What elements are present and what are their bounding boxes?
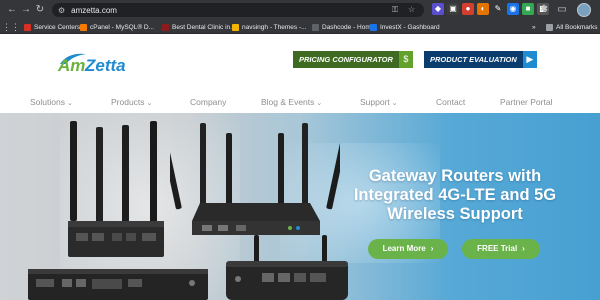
address-bar[interactable]: ⚙ amzetta.com ⚿ ☆	[52, 3, 424, 17]
extension-icon[interactable]: ●	[462, 3, 474, 15]
rack-server-image	[28, 269, 208, 300]
nav-item-blog-events[interactable]: Blog & Events ⌄	[261, 95, 322, 111]
chevron-down-icon: ⌄	[391, 100, 398, 107]
extensions-row: ◆ ▣ ● ◐ ✎ ◉ ■ ◧	[432, 3, 549, 17]
pricing-configurator-label: PRICING CONFIGURATOR	[293, 51, 399, 68]
bookmarks-overflow-icon[interactable]: »	[532, 20, 536, 34]
reload-icon[interactable]: ↻	[32, 0, 48, 20]
play-icon: ▶	[522, 51, 537, 68]
gateway-router-image	[170, 123, 340, 235]
gateway-router-image	[68, 121, 164, 257]
bookmark-item[interactable]: navsingh - Themes -...	[232, 20, 307, 34]
bookmark-favicon-icon	[312, 23, 319, 31]
extensions-puzzle-icon[interactable]: ✱	[536, 0, 552, 20]
gateway-router-image	[226, 235, 348, 300]
dollar-icon: $	[398, 51, 413, 68]
sidebar-panel-icon[interactable]: ▭	[554, 0, 570, 20]
hero-banner: Gateway Routers with Integrated 4G-LTE a…	[0, 113, 600, 300]
bookmarks-bar: ⋮⋮ Service Centers cPanel - MySQL® D... …	[0, 20, 600, 34]
extension-icon[interactable]: ■	[522, 3, 534, 15]
site-header: Am Zetta PRICING CONFIGURATOR $ PRODUCT …	[0, 35, 600, 113]
bookmark-favicon-icon	[24, 23, 31, 31]
pricing-configurator-button[interactable]: PRICING CONFIGURATOR $	[293, 51, 413, 68]
nav-item-company[interactable]: Company	[190, 95, 226, 109]
bookmark-item[interactable]: Best Dental Clinic in...	[162, 20, 236, 34]
nav-item-contact[interactable]: Contact	[436, 95, 465, 109]
extension-icon[interactable]: ◉	[507, 3, 519, 15]
product-evaluation-button[interactable]: PRODUCT EVALUATION ▶	[424, 51, 537, 68]
nav-item-partner-portal[interactable]: Partner Portal	[500, 95, 552, 109]
main-nav: Solutions ⌄ Products ⌄ Company Blog & Even…	[0, 95, 600, 109]
bookmark-favicon-icon	[80, 23, 87, 31]
nav-item-support[interactable]: Support ⌄	[360, 95, 398, 111]
browser-toolbar: ← → ↻ ⚙ amzetta.com ⚿ ☆ ◆ ▣ ● ◐ ✎ ◉ ■ ◧ …	[0, 0, 600, 20]
svg-text:Zetta: Zetta	[84, 56, 126, 75]
folder-icon	[546, 23, 553, 31]
apps-grid-icon[interactable]: ⋮⋮	[2, 17, 20, 37]
url-text: amzetta.com	[71, 5, 117, 15]
bookmark-favicon-icon	[232, 23, 239, 31]
chevron-right-icon: ›	[430, 244, 434, 253]
bookmark-item[interactable]: Service Centers	[24, 20, 80, 34]
chevron-down-icon: ⌄	[146, 100, 153, 107]
profile-avatar[interactable]	[577, 3, 591, 17]
extension-icon[interactable]: ◐	[477, 3, 489, 15]
extension-icon[interactable]: ▣	[447, 3, 459, 15]
bookmark-item[interactable]: Dashcode - Home	[312, 20, 374, 34]
amzetta-logo[interactable]: Am Zetta	[56, 50, 146, 76]
bookmark-favicon-icon	[162, 23, 169, 31]
all-bookmarks-folder[interactable]: All Bookmarks	[546, 20, 598, 34]
bookmark-item[interactable]: InvestX - Gashboard	[370, 20, 440, 34]
bookmark-star-icon[interactable]: ☆	[408, 3, 415, 17]
bookmark-item[interactable]: cPanel - MySQL® D...	[80, 20, 154, 34]
product-evaluation-label: PRODUCT EVALUATION	[424, 51, 523, 68]
svg-text:Am: Am	[57, 56, 85, 75]
hero-title: Gateway Routers with Integrated 4G-LTE a…	[353, 167, 557, 223]
learn-more-button[interactable]: Learn More ›	[368, 239, 448, 259]
eyedropper-icon[interactable]: ✎	[492, 3, 504, 15]
bookmark-favicon-icon	[370, 23, 377, 31]
chevron-down-icon: ⌄	[316, 100, 323, 107]
nav-item-solutions[interactable]: Solutions ⌄	[30, 95, 73, 111]
nav-item-products[interactable]: Products ⌄	[111, 95, 152, 111]
chevron-down-icon: ⌄	[66, 100, 73, 107]
chevron-right-icon: ›	[522, 244, 525, 253]
free-trial-button[interactable]: FREE Trial ›	[462, 239, 540, 259]
extension-icon[interactable]: ◆	[432, 3, 444, 15]
site-info-icon[interactable]: ⚙	[58, 6, 65, 15]
password-key-icon[interactable]: ⚿	[392, 3, 398, 17]
